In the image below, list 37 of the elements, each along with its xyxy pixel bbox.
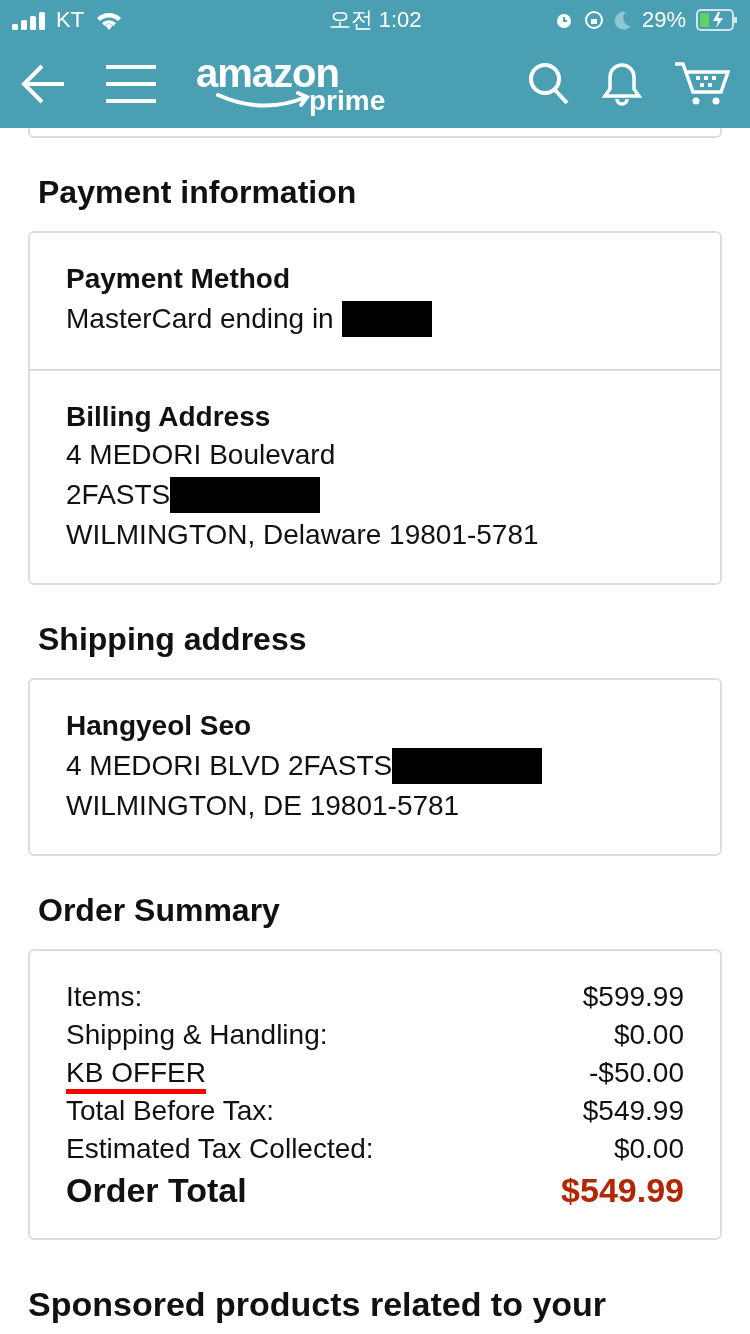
section-title: Sponsored products related to your: [28, 1284, 608, 1325]
summary-amount: -$50.00: [589, 1057, 684, 1089]
summary-label: Estimated Tax Collected:: [66, 1133, 374, 1165]
address-line: MasterCard ending in: [66, 303, 334, 335]
rotation-lock-icon: [583, 10, 604, 30]
total-amount: $549.99: [561, 1171, 684, 1210]
section-title: Shipping address: [38, 621, 308, 658]
back-button[interactable]: [20, 64, 66, 104]
summary-label: Items:: [66, 981, 143, 1013]
moon-icon: [613, 10, 632, 30]
summary-amount: $599.99: [582, 981, 684, 1013]
signal-icon: [12, 10, 46, 30]
summary-amount: $0.00: [613, 1019, 684, 1051]
field-heading: Payment Method: [66, 263, 292, 295]
menu-button[interactable]: [106, 64, 156, 104]
total-label: Order Total: [66, 1171, 247, 1210]
battery-icon: [696, 9, 738, 31]
address-line: WILMINGTON, DE 19801-5781: [66, 790, 460, 822]
section-title: Order Summary: [38, 892, 281, 929]
section-title: Payment information: [38, 174, 358, 211]
address-line: 4 MEDORI BLVD 2FASTS: [66, 750, 393, 782]
recipient-name: Hangyeol Seo: [66, 710, 253, 742]
summary-amount: $549.99: [582, 1095, 684, 1127]
search-button[interactable]: [528, 62, 570, 106]
notifications-button[interactable]: [602, 61, 642, 107]
field-heading: Billing Address: [66, 401, 272, 433]
summary-amount: $0.00: [613, 1133, 684, 1165]
summary-label: KB OFFER: [66, 1057, 206, 1094]
summary-label: Shipping & Handling:: [66, 1019, 328, 1051]
carrier-name: KT: [56, 7, 85, 33]
cart-button[interactable]: [674, 61, 730, 107]
address-line: WILMINGTON, Delaware 19801-5781: [66, 519, 539, 551]
battery-percent: 29%: [641, 7, 686, 33]
address-line: 2FASTS: [66, 479, 171, 511]
clock-time: 오전 1:02: [328, 6, 422, 34]
address-line: 4 MEDORI Boulevard: [66, 439, 336, 471]
summary-label: Total Before Tax:: [66, 1095, 275, 1127]
